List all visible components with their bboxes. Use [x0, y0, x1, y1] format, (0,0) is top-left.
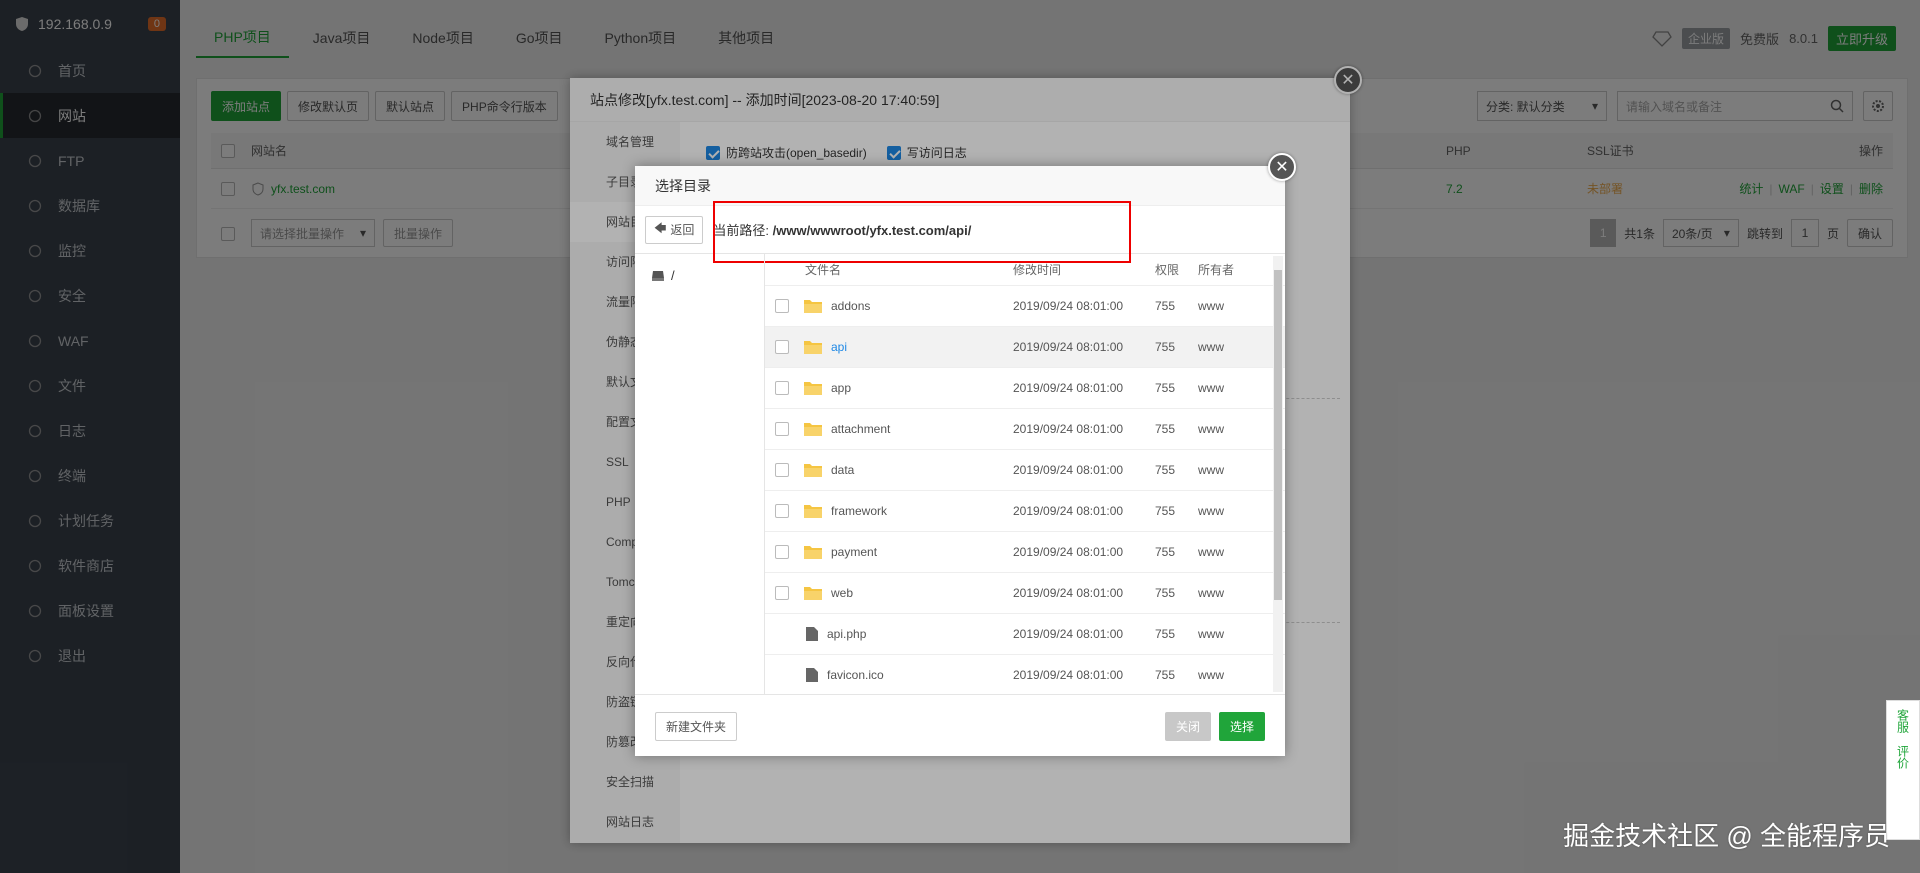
- file-time: 2019/09/24 08:01:00: [1013, 340, 1124, 354]
- file-row-checkbox[interactable]: [775, 586, 789, 600]
- file-icon: [805, 667, 819, 683]
- file-row[interactable]: web 2019/09/24 08:01:00 755 www: [765, 573, 1285, 614]
- floating-service-bar: 客服 评价: [1886, 700, 1920, 840]
- file-time: 2019/09/24 08:01:00: [1013, 586, 1124, 600]
- file-row[interactable]: api 2019/09/24 08:01:00 755 www: [765, 327, 1285, 368]
- file-row-checkbox[interactable]: [775, 545, 789, 559]
- file-owner: www: [1198, 463, 1224, 477]
- file-row[interactable]: addons 2019/09/24 08:01:00 755 www: [765, 286, 1285, 327]
- file-name[interactable]: attachment: [831, 422, 890, 436]
- file-list: 文件名 修改时间 权限 所有者 addons 2019/09/24 08:01:0…: [765, 254, 1285, 694]
- file-permission: 755: [1155, 463, 1176, 477]
- dir-modal-close-button[interactable]: ✕: [1268, 153, 1296, 181]
- file-time: 2019/09/24 08:01:00: [1013, 381, 1124, 395]
- file-row[interactable]: app 2019/09/24 08:01:00 755 www: [765, 368, 1285, 409]
- file-row-checkbox[interactable]: [775, 381, 789, 395]
- file-time: 2019/09/24 08:01:00: [1013, 545, 1124, 559]
- header-permission: 权限: [1155, 263, 1180, 277]
- file-time: 2019/09/24 08:01:00: [1013, 668, 1124, 682]
- file-name[interactable]: data: [831, 463, 854, 477]
- file-time: 2019/09/24 08:01:00: [1013, 299, 1124, 313]
- select-directory-modal: 选择目录 🡄 返回 当前路径: /www/wwwroot/yfx.test.co…: [635, 166, 1285, 756]
- file-permission: 755: [1155, 504, 1176, 518]
- arrow-left-icon: 🡄: [654, 221, 667, 235]
- close-icon: ✕: [1275, 159, 1289, 176]
- file-owner: www: [1198, 340, 1224, 354]
- file-permission: 755: [1155, 668, 1176, 682]
- folder-icon: [803, 462, 823, 478]
- file-permission: 755: [1155, 381, 1176, 395]
- dir-modal-footer: 新建文件夹 关闭 选择: [635, 694, 1285, 756]
- file-permission: 755: [1155, 299, 1176, 313]
- file-row-checkbox[interactable]: [775, 463, 789, 477]
- file-time: 2019/09/24 08:01:00: [1013, 422, 1124, 436]
- dir-tree: /: [635, 254, 765, 694]
- disk-icon: [651, 270, 665, 282]
- folder-icon: [803, 585, 823, 601]
- file-icon: [805, 626, 819, 642]
- file-row[interactable]: framework 2019/09/24 08:01:00 755 www: [765, 491, 1285, 532]
- file-time: 2019/09/24 08:01:00: [1013, 504, 1124, 518]
- file-owner: www: [1198, 545, 1224, 559]
- folder-icon: [803, 503, 823, 519]
- file-owner: www: [1198, 668, 1224, 682]
- file-owner: www: [1198, 504, 1224, 518]
- header-modified-time: 修改时间: [1013, 263, 1062, 277]
- file-name[interactable]: framework: [831, 504, 887, 518]
- folder-icon: [803, 421, 823, 437]
- file-owner: www: [1198, 422, 1224, 436]
- file-row-checkbox[interactable]: [775, 422, 789, 436]
- back-button[interactable]: 🡄 返回: [645, 215, 704, 244]
- file-name[interactable]: web: [831, 586, 853, 600]
- folder-icon: [803, 544, 823, 560]
- header-owner: 所有者: [1198, 263, 1235, 277]
- file-row-checkbox[interactable]: [775, 504, 789, 518]
- root-label: /: [671, 268, 675, 283]
- file-row[interactable]: attachment 2019/09/24 08:01:00 755 www: [765, 409, 1285, 450]
- file-row[interactable]: payment 2019/09/24 08:01:00 755 www: [765, 532, 1285, 573]
- file-name[interactable]: payment: [831, 545, 877, 559]
- folder-icon: [803, 380, 823, 396]
- file-row[interactable]: data 2019/09/24 08:01:00 755 www: [765, 450, 1285, 491]
- folder-icon: [803, 339, 823, 355]
- file-permission: 755: [1155, 545, 1176, 559]
- file-permission: 755: [1155, 586, 1176, 600]
- file-row-checkbox[interactable]: [775, 340, 789, 354]
- select-button[interactable]: 选择: [1218, 712, 1265, 741]
- header-file-name: 文件名: [805, 263, 842, 277]
- list-scrollbar[interactable]: [1273, 256, 1283, 692]
- file-owner: www: [1198, 586, 1224, 600]
- review-link[interactable]: 评价: [1895, 745, 1912, 769]
- file-row[interactable]: favicon.ico 2019/09/24 08:01:00 755 www: [765, 655, 1285, 694]
- file-name[interactable]: app: [831, 381, 851, 395]
- file-permission: 755: [1155, 340, 1176, 354]
- file-time: 2019/09/24 08:01:00: [1013, 463, 1124, 477]
- file-row[interactable]: api.php 2019/09/24 08:01:00 755 www: [765, 614, 1285, 655]
- scrollbar-thumb[interactable]: [1274, 270, 1282, 600]
- file-name[interactable]: api.php: [827, 627, 866, 641]
- file-name[interactable]: addons: [831, 299, 870, 313]
- customer-service-link[interactable]: 客服: [1895, 709, 1912, 733]
- file-row-checkbox[interactable]: [775, 299, 789, 313]
- file-owner: www: [1198, 627, 1224, 641]
- back-label: 返回: [670, 223, 695, 237]
- file-owner: www: [1198, 299, 1224, 313]
- new-folder-button[interactable]: 新建文件夹: [655, 712, 738, 741]
- file-owner: www: [1198, 381, 1224, 395]
- dir-modal-title: 选择目录: [635, 166, 1285, 206]
- file-name[interactable]: api: [831, 340, 847, 354]
- file-name[interactable]: favicon.ico: [827, 668, 884, 682]
- root-node[interactable]: /: [635, 254, 764, 283]
- folder-icon: [803, 298, 823, 314]
- watermark: 掘金技术社区 @ 全能程序员: [1563, 821, 1890, 851]
- file-list-header: 文件名 修改时间 权限 所有者: [765, 254, 1285, 286]
- file-time: 2019/09/24 08:01:00: [1013, 627, 1124, 641]
- file-permission: 755: [1155, 627, 1176, 641]
- file-permission: 755: [1155, 422, 1176, 436]
- close-button[interactable]: 关闭: [1164, 712, 1211, 741]
